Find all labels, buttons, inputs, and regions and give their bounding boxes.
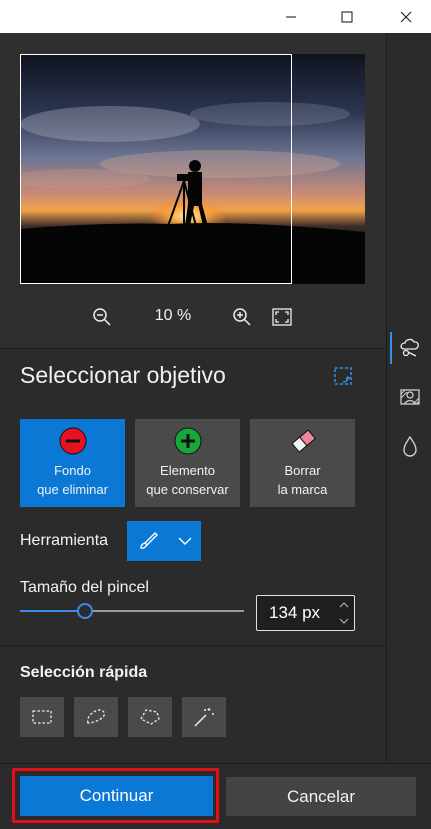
chevron-up-icon [339,602,349,608]
minimize-button[interactable] [262,0,320,33]
divider [0,348,386,349]
plus-circle-icon [174,427,201,455]
fit-to-window-button[interactable] [270,305,294,329]
minimize-icon [286,16,296,17]
brush-tool-button[interactable] [127,521,169,561]
maximize-button[interactable] [318,0,376,33]
tile-label-line2: la marca [277,482,328,497]
active-indicator [390,332,392,364]
maximize-icon [341,11,353,22]
brush-size-label: Tamaño del pincel [20,579,149,596]
zoom-in-icon [233,308,251,326]
title-bar [0,0,431,33]
fit-to-window-icon [272,308,292,326]
lasso-select-icon [86,709,106,724]
polygon-lasso-icon [140,709,160,725]
tool-dropdown[interactable] [127,521,201,561]
zoom-controls: 10 % [0,303,386,331]
portrait-tab[interactable] [397,384,423,410]
increment-button[interactable] [338,599,350,611]
lasso-select-button[interactable] [74,697,118,737]
zoom-level: 10 % [154,307,192,324]
tile-remove-background[interactable]: Fondo que eliminar [20,419,125,507]
brush-icon [140,532,158,549]
decrement-button[interactable] [338,615,350,627]
tile-label-line2: que conservar [146,482,229,497]
right-tool-rail [386,33,431,763]
tile-keep-element[interactable]: Elemento que conservar [135,419,240,507]
close-icon [400,11,412,22]
polygon-lasso-button[interactable] [128,697,172,737]
background-removal-icon [400,338,419,357]
tile-label-line1: Borrar [284,463,321,478]
chevron-down-icon [178,537,192,545]
color-tab[interactable] [397,434,423,460]
tile-erase-mark[interactable]: Borrar la marca [250,419,355,507]
section-title: Seleccionar objetivo [20,362,226,388]
slider-fill [20,610,85,612]
quick-selection-title: Selección rápida [20,664,148,681]
brush-size-input[interactable]: 134 px [256,595,355,631]
brush-size-value: 134 px [269,603,321,622]
brush-size-slider[interactable] [20,610,244,612]
eraser-icon [290,429,316,453]
minus-circle-icon [59,427,86,455]
tool-label: Herramienta [20,532,109,549]
cancel-button[interactable]: Cancelar [226,777,416,816]
background-removal-panel: 10 % Seleccionar objetivo Fondo que elim… [0,33,386,829]
drop-icon [403,435,417,457]
continue-button[interactable]: Continuar [20,776,213,816]
magic-wand-icon [194,708,214,727]
background-removal-tab[interactable] [397,334,423,360]
zoom-in-button[interactable] [230,305,254,329]
slider-thumb[interactable] [76,603,93,619]
rectangle-select-button[interactable] [20,697,64,737]
chevron-down-icon [339,618,349,624]
magic-wand-button[interactable] [182,697,226,737]
divider [0,645,386,646]
tile-label-line1: Elemento [160,463,215,478]
zoom-out-button[interactable] [90,305,114,329]
close-button[interactable] [377,0,431,33]
auto-select-icon[interactable] [333,366,355,388]
tool-dropdown-toggle[interactable] [169,521,201,561]
tile-label-line1: Fondo [54,463,91,478]
zoom-out-icon [93,308,111,326]
tile-label-line2: que eliminar [37,482,108,497]
rectangle-select-icon [32,710,52,724]
crop-frame[interactable] [20,54,292,284]
portrait-background-icon [400,389,420,405]
